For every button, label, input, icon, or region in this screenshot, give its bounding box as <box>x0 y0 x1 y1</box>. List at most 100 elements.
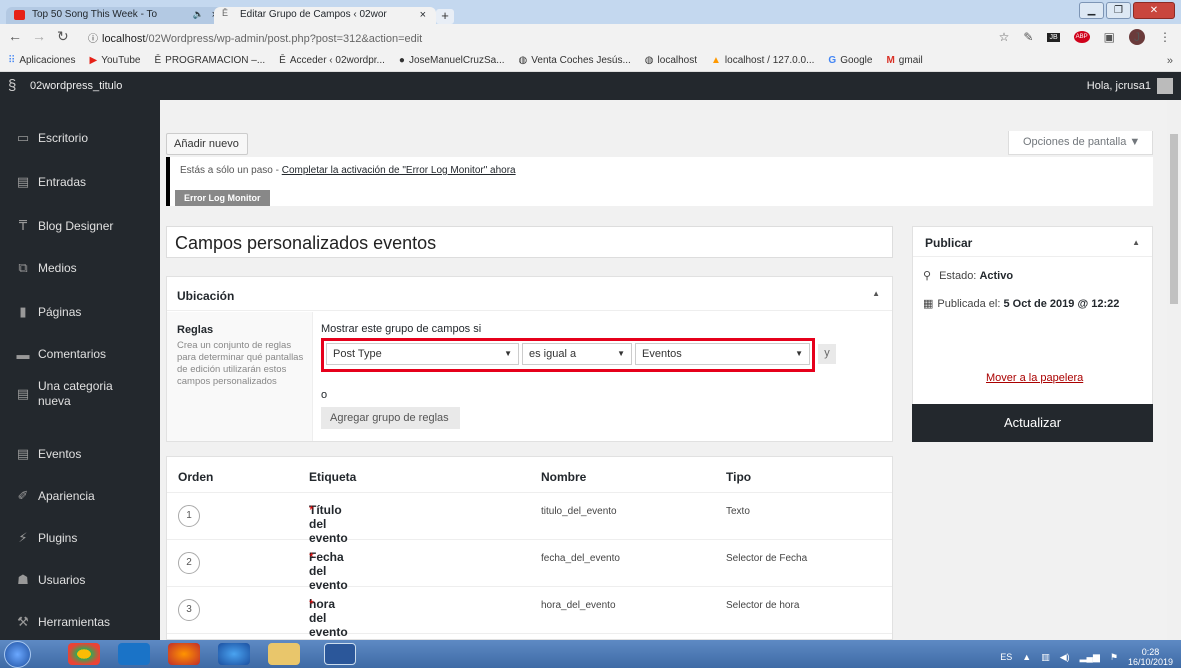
chevron-down-icon: ▼ <box>504 349 512 358</box>
browser-tab-2[interactable]: Ē Editar Grupo de Campos ‹ 02wor × <box>214 7 436 24</box>
youtube-icon <box>14 10 25 20</box>
forward-arrow-icon[interactable]: → <box>32 28 46 44</box>
bookmark-item[interactable]: ⠿ Aplicaciones <box>8 55 75 66</box>
gmail-icon: M <box>886 55 895 66</box>
location-heading: Ubicación <box>177 289 235 303</box>
update-button[interactable]: Actualizar <box>912 404 1153 442</box>
windows-taskbar: ES ▲ ▥ ◀) ▂▄▆ ⚑ 0:28 16/10/2019 <box>0 640 1181 668</box>
tab-close-icon[interactable]: × <box>420 9 426 21</box>
site-name-link[interactable]: 02wordpress_titulo <box>30 80 122 92</box>
apps-icon: ⠿ <box>8 55 16 66</box>
location-header[interactable]: Ubicación ▲ <box>167 277 892 311</box>
add-new-button[interactable]: Añadir nuevo <box>166 133 248 155</box>
bookmark-item[interactable]: Ē Acceder ‹ 02wordpr... <box>279 55 385 66</box>
pin-icon: ⚲ <box>923 270 932 282</box>
rules-description: Crea un conjunto de reglas para determin… <box>177 340 304 387</box>
explorer-taskbar-icon[interactable] <box>268 643 300 665</box>
firefox-taskbar-icon[interactable] <box>168 643 200 665</box>
new-tab-button[interactable]: + <box>436 9 454 24</box>
chevron-down-icon: ▼ <box>617 349 625 358</box>
activation-link[interactable]: Completar la activación de "Error Log Mo… <box>282 165 516 176</box>
activation-notice: Estás a sólo un paso - Completar la acti… <box>166 157 1153 206</box>
sidebar-item-label: Medios <box>38 260 77 275</box>
wp-icon: Ē <box>154 55 162 66</box>
rule-operator-select[interactable]: es igual a ▼ <box>522 343 632 365</box>
rules-description-panel: Reglas Crea un conjunto de reglas para d… <box>167 312 313 441</box>
eyedropper-icon[interactable]: ✎ <box>1023 30 1033 44</box>
table-row[interactable]: 1 Título del evento * titulo_del_evento … <box>167 493 892 545</box>
sidebar-item-label: Páginas <box>38 304 82 319</box>
tab-title: Top 50 Song This Week - To <box>32 9 158 20</box>
page-scrollbar[interactable] <box>1167 100 1181 640</box>
bookmarks-more[interactable]: » <box>1167 55 1173 67</box>
url-field[interactable]: ⓘ localhost/02Wordpress/wp-admin/post.php… <box>88 27 938 47</box>
start-button-icon[interactable] <box>4 641 31 668</box>
jb-extension-icon[interactable]: JB <box>1047 32 1060 42</box>
star-icon[interactable]: ☆ <box>999 30 1010 44</box>
word-taskbar-icon[interactable] <box>324 643 356 665</box>
bookmark-item[interactable]: Ē PROGRAMACION –... <box>154 55 265 66</box>
sidebar-item-label: Comentarios <box>38 346 107 361</box>
back-arrow-icon[interactable]: ← <box>8 28 22 44</box>
network-icon[interactable]: ▥ <box>1041 652 1050 663</box>
maximize-icon[interactable]: ❐ <box>1106 2 1131 19</box>
error-log-monitor-badge: Error Log Monitor <box>175 190 270 206</box>
chevron-down-icon: ▼ <box>795 349 803 358</box>
order-badge[interactable]: 1 <box>178 505 200 527</box>
select-value: Eventos <box>642 348 682 360</box>
menu-kebab-icon[interactable]: ⋮ <box>1159 30 1171 44</box>
firefox-dev-taskbar-icon[interactable] <box>218 643 250 665</box>
bookmark-item[interactable]: ▲ localhost / 127.0.0... <box>711 55 814 66</box>
collapse-up-icon[interactable]: ▲ <box>1132 238 1140 247</box>
minimize-icon[interactable]: ▁ <box>1079 2 1104 19</box>
tray-arrow-icon[interactable]: ▲ <box>1022 652 1031 662</box>
bookmark-label: Acceder ‹ 02wordpr... <box>289 55 385 66</box>
add-rule-group-button[interactable]: Agregar grupo de reglas <box>321 407 460 429</box>
language-indicator[interactable]: ES <box>1000 652 1012 662</box>
notice-text: Estás a sólo un paso - Completar la acti… <box>180 165 516 176</box>
user-greeting[interactable]: Hola, jcrusa1 <box>1087 80 1151 92</box>
table-row[interactable]: 2 Fecha del evento * fecha_del_evento Se… <box>167 540 892 592</box>
scrollbar-thumb[interactable] <box>1170 134 1178 304</box>
sidebar-item-label: Una categoria nueva <box>38 379 113 408</box>
publish-header[interactable]: Publicar ▲ <box>913 227 1152 257</box>
dashboard-icon: ▭ <box>16 130 30 145</box>
volume-icon[interactable]: ◀) <box>1060 652 1070 663</box>
adblock-icon[interactable]: ABP <box>1073 31 1090 43</box>
signal-icon[interactable]: ▂▄▆ <box>1080 652 1100 663</box>
clock[interactable]: 0:28 16/10/2019 <box>1128 647 1173 667</box>
browser-tab-1[interactable]: Top 50 Song This Week - To 🔈 × <box>6 7 228 24</box>
extension-icon[interactable]: ▣ <box>1104 30 1115 44</box>
add-and-rule-button[interactable]: y <box>818 344 836 364</box>
bookmark-item[interactable]: ▶ YouTube <box>89 55 140 66</box>
publish-title: Publicar <box>925 236 973 250</box>
window-close-icon[interactable]: ✕ <box>1133 2 1175 19</box>
flag-icon[interactable]: ⚑ <box>1110 652 1118 663</box>
bookmark-item[interactable]: ◍ localhost <box>645 55 697 66</box>
profile-avatar[interactable]: J <box>1129 29 1145 45</box>
order-badge[interactable]: 3 <box>178 599 200 621</box>
select-value: Post Type <box>333 348 382 360</box>
rule-value-select[interactable]: Eventos ▼ <box>635 343 810 365</box>
sidebar-item-label: Entradas <box>38 174 87 189</box>
app-taskbar-icon[interactable] <box>118 643 150 665</box>
reload-icon[interactable]: ↻ <box>57 28 69 45</box>
sidebar-item-label: Escritorio <box>38 130 89 145</box>
google-icon: G <box>828 55 837 66</box>
user-avatar[interactable] <box>1157 78 1173 94</box>
collapse-up-icon[interactable]: ▲ <box>872 289 880 298</box>
site-logo-icon[interactable]: § <box>8 77 16 94</box>
required-mark: * <box>309 550 314 564</box>
order-badge[interactable]: 2 <box>178 552 200 574</box>
move-to-trash-link[interactable]: Mover a la papelera <box>986 372 1083 384</box>
bookmark-item[interactable]: ◍ Venta Coches Jesús... <box>519 55 631 66</box>
bookmark-item[interactable]: ● JoseManuelCruzSa... <box>399 55 505 66</box>
required-mark: * <box>309 503 314 517</box>
screen-options-button[interactable]: Opciones de pantalla ▼ <box>1008 131 1153 155</box>
group-title-input[interactable]: Campos personalizados eventos <box>166 226 893 258</box>
table-row[interactable]: 3 hora del evento * hora_del_evento Sele… <box>167 587 892 639</box>
bookmark-item[interactable]: G Google <box>828 55 872 66</box>
chrome-taskbar-icon[interactable] <box>68 643 100 665</box>
rule-param-select[interactable]: Post Type ▼ <box>326 343 519 365</box>
bookmark-item[interactable]: Mgmail <box>886 55 922 66</box>
